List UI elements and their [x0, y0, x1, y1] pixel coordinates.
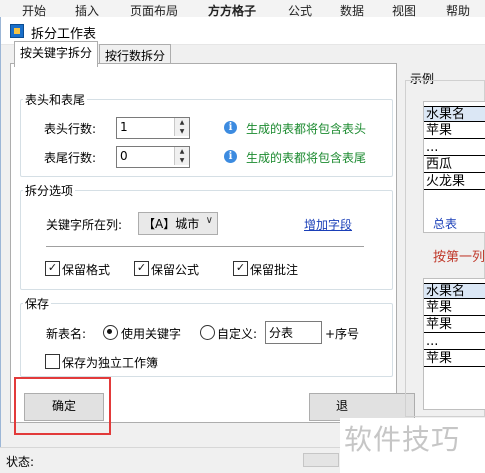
- by-column-text: 按第一列: [433, 250, 485, 265]
- keep-comment-label: 保留批注: [250, 263, 299, 277]
- split-options-legend: 拆分选项: [25, 184, 74, 198]
- key-column-label: 关键字所在列:: [46, 218, 123, 232]
- header-rows-value[interactable]: 1: [120, 120, 128, 134]
- info-icon: i: [224, 121, 237, 134]
- footer-rows-value[interactable]: 0: [120, 149, 128, 163]
- tab-split-by-keyword[interactable]: 按关键字拆分: [14, 41, 99, 67]
- footer-rows-label: 表尾行数:: [44, 151, 97, 165]
- example-cell: 苹果: [424, 300, 485, 316]
- status-label: 状态:: [6, 455, 35, 469]
- key-column-select[interactable]: 【A】城市 ∨: [138, 212, 218, 235]
- spin-down-icon[interactable]: ▼: [175, 156, 189, 165]
- example-cell: ...: [424, 334, 485, 350]
- dialog-title: 拆分工作表: [31, 27, 97, 42]
- header-rows-stepper[interactable]: 1 ▲ ▼: [116, 117, 190, 139]
- keep-comment-checkbox[interactable]: ✓: [233, 261, 248, 276]
- keep-format-label: 保留格式: [62, 263, 111, 277]
- example-sheet-total: 水果名 苹果 ... 西瓜 火龙果 总表: [423, 101, 485, 233]
- ribbon-bar: 开始 插入 页面布局 方方格子 公式 数据 视图 帮助: [0, 0, 485, 18]
- app-icon: [10, 24, 24, 38]
- watermark-text: 软件技巧: [344, 423, 461, 456]
- use-keyword-label: 使用关键字: [121, 327, 182, 341]
- example-cell: 水果名: [424, 106, 485, 122]
- example-cell: ...: [424, 140, 485, 156]
- footer-rows-stepper[interactable]: 0 ▲ ▼: [116, 146, 190, 168]
- header-hint: 生成的表都将包含表头: [246, 122, 367, 136]
- custom-name-value: 分表: [269, 326, 294, 340]
- spin-down-icon[interactable]: ▼: [175, 127, 189, 136]
- example-cell: 西瓜: [424, 157, 485, 173]
- save-legend: 保存: [25, 297, 50, 311]
- custom-name-input[interactable]: 分表: [265, 321, 322, 344]
- example-cell: 苹果: [424, 123, 485, 139]
- key-column-value: 【A】城市: [143, 217, 200, 231]
- keep-formula-label: 保留公式: [151, 263, 200, 277]
- add-field-link[interactable]: 增加字段: [304, 216, 352, 233]
- progress-bar: [303, 453, 339, 467]
- new-sheet-name-label: 新表名:: [46, 327, 87, 341]
- custom-name-radio[interactable]: [200, 325, 215, 340]
- cancel-button[interactable]: 退: [309, 393, 415, 421]
- example-cell: 水果名: [424, 283, 485, 299]
- example-cell: 火龙果: [424, 174, 485, 190]
- header-rows-label: 表头行数:: [44, 122, 97, 136]
- footer-hint: 生成的表都将包含表尾: [246, 151, 367, 165]
- divider: [46, 246, 364, 247]
- header-footer-legend: 表头和表尾: [25, 93, 86, 107]
- ok-button-highlight: [14, 377, 111, 435]
- example-cell: 苹果: [424, 317, 485, 333]
- example-cell: 苹果: [424, 351, 485, 367]
- chevron-down-icon: ∨: [205, 215, 213, 226]
- custom-name-label: 自定义:: [217, 327, 258, 341]
- info-icon: i: [224, 150, 237, 163]
- keep-formula-checkbox[interactable]: ✓: [134, 261, 149, 276]
- save-as-workbook-checkbox[interactable]: [45, 354, 60, 369]
- example-sheet-tab: 总表: [433, 217, 458, 231]
- save-as-workbook-label: 保存为独立工作簿: [62, 356, 159, 370]
- suffix-label: +序号: [325, 327, 360, 341]
- keep-format-checkbox[interactable]: ✓: [45, 261, 60, 276]
- use-keyword-radio[interactable]: [103, 325, 118, 340]
- example-sheet-split: 水果名 苹果 苹果 ... 苹果: [423, 278, 485, 410]
